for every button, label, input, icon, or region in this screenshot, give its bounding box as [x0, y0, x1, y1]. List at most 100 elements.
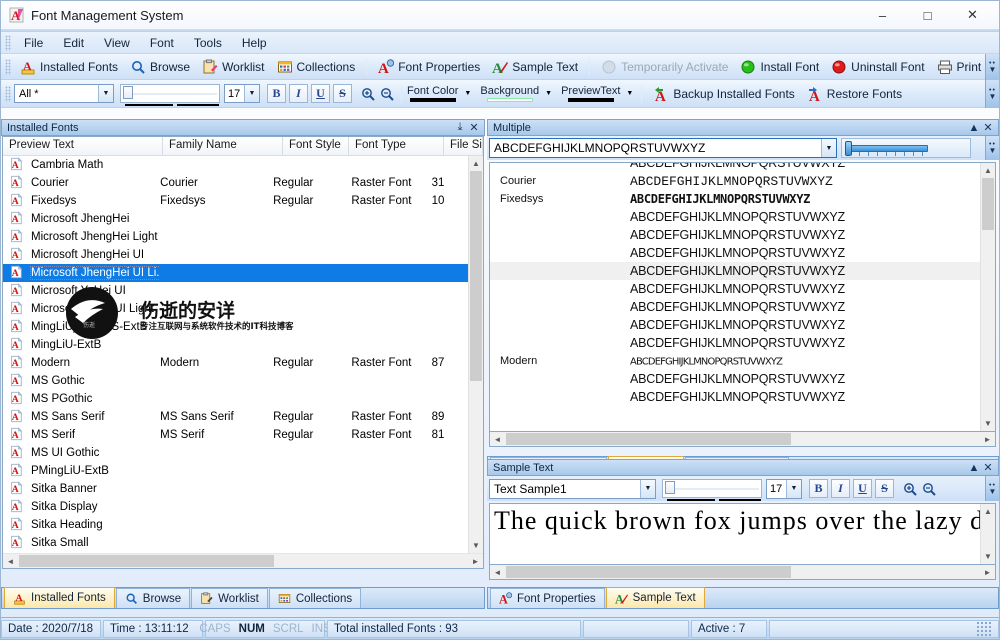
slider-knob[interactable] — [123, 86, 133, 99]
sample-size-combo[interactable]: 17 ▼ — [766, 478, 802, 499]
sample-hscroll-right-icon[interactable]: ► — [980, 568, 995, 577]
multiple-sample-combo[interactable]: ABCDEFGHIJKLMNOPQRSTUVWXYZ ▼ — [489, 138, 837, 158]
format-toolbar-grip[interactable] — [5, 85, 11, 102]
main-toolbar-overflow[interactable]: •• ▼ — [985, 54, 999, 80]
toolbar-collections[interactable]: Collections — [271, 56, 362, 78]
pin-icon[interactable]: ⤓ — [453, 121, 467, 134]
multiple-chevron-down-icon[interactable]: ▼ — [821, 139, 836, 157]
table-row[interactable]: A Sitka Display — [3, 498, 468, 516]
column-font-type[interactable]: Font Type — [349, 137, 444, 155]
table-row[interactable]: A Cambria Math — [3, 156, 468, 174]
menu-help[interactable]: Help — [232, 34, 277, 52]
sample-scroll-up-icon[interactable]: ▲ — [981, 504, 995, 519]
multiple-size-slider[interactable] — [841, 138, 971, 158]
table-row[interactable]: A PMingLiU-ExtB — [3, 462, 468, 480]
preview-row[interactable]: ABCDEFGHIJKLMNOPQRSTUVWXYZ — [490, 316, 980, 334]
table-row[interactable]: A Sitka Banner — [3, 480, 468, 498]
table-row[interactable]: A Microsoft JhengHei — [3, 210, 468, 228]
zoom-in-button[interactable] — [358, 84, 377, 103]
preview-row[interactable]: ABCDEFGHIJKLMNOPQRSTUVWXYZ — [490, 163, 980, 172]
sample-hscroll-thumb[interactable] — [506, 566, 791, 578]
background-chevron-down-icon[interactable]: ▼ — [542, 86, 555, 102]
sample-underline-button[interactable]: U — [853, 479, 872, 498]
preview-row[interactable]: ABCDEFGHIJKLMNOPQRSTUVWXYZ — [490, 208, 980, 226]
table-row[interactable]: A MingLiU-ExtB — [3, 336, 468, 354]
resize-grip-icon[interactable] — [976, 620, 992, 637]
hscroll-left-icon[interactable]: ◄ — [3, 557, 18, 566]
toolbar-print[interactable]: Print — [931, 56, 988, 78]
zoom-out-button[interactable] — [377, 84, 396, 103]
preview-row[interactable]: Fixedsys ABCDEFGHIJKLMNOPQRSTUVWXYZ — [490, 190, 980, 208]
table-row[interactable]: A Courier Courier Regular Raster Font 31 — [3, 174, 468, 192]
multiple-hscroll-right-icon[interactable]: ► — [980, 435, 995, 444]
menu-file[interactable]: File — [14, 34, 53, 52]
toolbar-worklist[interactable]: Worklist — [196, 56, 270, 78]
sample-italic-button[interactable]: I — [831, 479, 850, 498]
table-row[interactable]: A MS Serif MS Serif Regular Raster Font 81 — [3, 426, 468, 444]
preview-row[interactable]: ABCDEFGHIJKLMNOPQRSTUVWXYZ — [490, 226, 980, 244]
size-chevron-down-icon[interactable]: ▼ — [244, 85, 259, 102]
preview-row[interactable]: ABCDEFGHIJKLMNOPQRSTUVWXYZ — [490, 262, 980, 280]
table-row[interactable]: A Microsoft YaHei UI Light — [3, 300, 468, 318]
toolbar-sample-text[interactable]: A Sample Text — [486, 56, 584, 78]
table-row[interactable]: A MS PGothic — [3, 390, 468, 408]
preview-row[interactable]: Courier ABCDEFGHIJKLMNOPQRSTUVWXYZ — [490, 172, 980, 190]
toolbar-font-properties[interactable]: A Font Properties — [372, 56, 486, 78]
hscroll-right-icon[interactable]: ► — [468, 557, 483, 566]
menu-view[interactable]: View — [94, 34, 140, 52]
multiple-hscrollbar[interactable]: ◄ ► — [489, 432, 996, 447]
multiple-scroll-down-icon[interactable]: ▼ — [981, 416, 995, 431]
preview-text-chevron-down-icon[interactable]: ▼ — [623, 86, 636, 102]
underline-button[interactable]: U — [311, 84, 330, 103]
installed-fonts-list[interactable]: Preview Text Family Name Font Style Font… — [2, 136, 484, 569]
vscroll-thumb[interactable] — [470, 171, 482, 381]
restore-fonts-button[interactable]: A Restore Fonts — [801, 83, 908, 105]
table-row[interactable]: A Microsoft JhengHei UI — [3, 246, 468, 264]
menu-tools[interactable]: Tools — [184, 34, 232, 52]
table-row[interactable]: A Microsoft YaHei UI — [3, 282, 468, 300]
installed-list-hscrollbar[interactable]: ◄ ► — [3, 553, 483, 568]
multiple-hscroll-left-icon[interactable]: ◄ — [490, 435, 505, 444]
tab-worklist[interactable]: Worklist — [191, 588, 268, 608]
font-color-chevron-down-icon[interactable]: ▼ — [461, 86, 474, 102]
sample-preset-combo[interactable]: Text Sample1 ▼ — [489, 478, 656, 499]
multiple-preview-rows[interactable]: ABCDEFGHIJKLMNOPQRSTUVWXYZ Courier ABCDEFG… — [490, 163, 980, 431]
italic-button[interactable]: I — [289, 84, 308, 103]
sample-bold-button[interactable]: B — [809, 479, 828, 498]
tab-font-properties[interactable]: A Font Properties — [490, 588, 605, 608]
preview-row[interactable]: ABCDEFGHIJKLMNOPQRSTUVWXYZ — [490, 298, 980, 316]
toolbar-browse[interactable]: Browse — [124, 56, 196, 78]
scroll-up-icon[interactable]: ▲ — [469, 156, 483, 171]
multiple-close-icon[interactable]: ✕ — [981, 121, 995, 134]
column-file-size[interactable]: File Siz — [444, 137, 483, 155]
font-filter-combo[interactable]: All * ▼ — [14, 84, 114, 103]
toolbar-installed-fonts[interactable]: A Installed Fonts — [14, 56, 124, 78]
sample-vscrollbar[interactable]: ▲ ▼ — [980, 504, 995, 564]
installed-list-vscrollbar[interactable]: ▲ ▼ — [468, 156, 483, 553]
maximize-button[interactable]: □ — [905, 2, 950, 28]
bold-button[interactable]: B — [267, 84, 286, 103]
preview-text-button[interactable]: PreviewText — [561, 85, 620, 102]
preview-row[interactable]: ABCDEFGHIJKLMNOPQRSTUVWXYZ — [490, 280, 980, 298]
font-size-slider[interactable] — [120, 84, 220, 106]
tab-browse[interactable]: Browse — [115, 588, 191, 608]
strikethrough-button[interactable]: S — [333, 84, 352, 103]
installed-fonts-rows[interactable]: A Cambria Math A Courier Courier Regular Raste… — [3, 156, 468, 553]
sample-close-icon[interactable]: ✕ — [981, 461, 995, 474]
chevron-down-icon[interactable]: ▼ — [98, 85, 113, 102]
sample-zoom-in-button[interactable] — [900, 479, 919, 498]
table-row[interactable]: A Microsoft JhengHei UI Li... — [3, 264, 468, 282]
preview-row[interactable]: ABCDEFGHIJKLMNOPQRSTUVWXYZ — [490, 370, 980, 388]
menu-edit[interactable]: Edit — [53, 34, 94, 52]
multiple-vscrollbar[interactable]: ▲ ▼ — [980, 163, 995, 431]
tab-collections[interactable]: Collections — [268, 588, 362, 608]
multiple-scroll-up-icon[interactable]: ▲ — [981, 163, 995, 178]
table-row[interactable]: A Microsoft JhengHei Light — [3, 228, 468, 246]
table-row[interactable]: A Modern Modern Regular Raster Font 87 — [3, 354, 468, 372]
scroll-down-icon[interactable]: ▼ — [469, 538, 483, 553]
column-family-name[interactable]: Family Name — [163, 137, 283, 155]
sample-zoom-out-button[interactable] — [919, 479, 938, 498]
sample-strikethrough-button[interactable]: S — [875, 479, 894, 498]
sample-preset-chevron-down-icon[interactable]: ▼ — [640, 479, 655, 498]
sample-slider-knob[interactable] — [665, 481, 675, 494]
